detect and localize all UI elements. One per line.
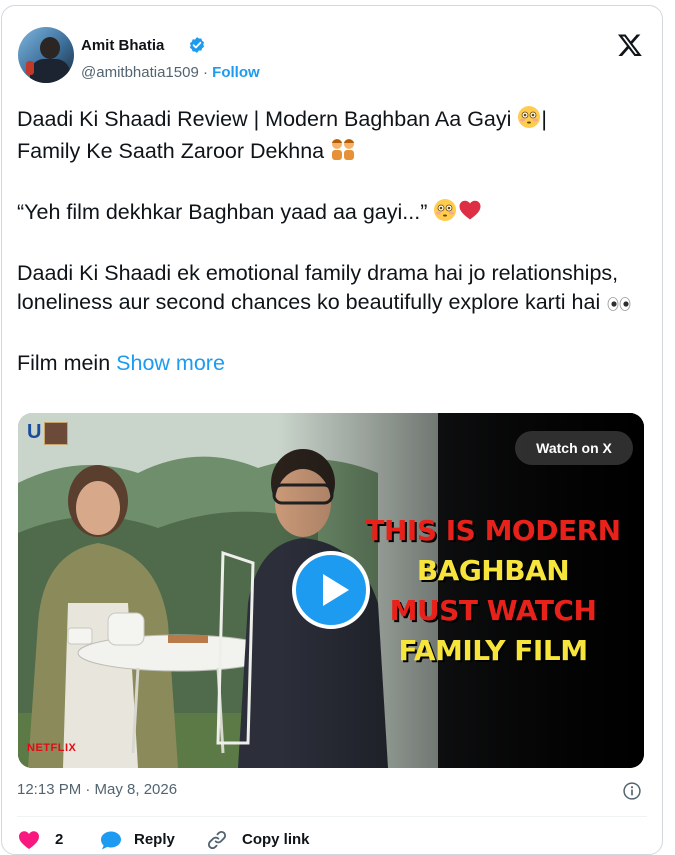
reply-label: Reply — [134, 831, 175, 848]
x-logo-icon[interactable] — [616, 32, 644, 58]
play-icon[interactable] — [292, 551, 370, 629]
flushed-face-emoji — [517, 105, 541, 137]
author-handle[interactable]: @amitbhatia1509 — [81, 64, 199, 81]
tweet-line-1: Daadi Ki Shaadi Review | Modern Baghban … — [17, 105, 647, 137]
tweet-paragraph: Daadi Ki Shaadi ek emotional family dram… — [17, 259, 647, 320]
info-icon[interactable] — [622, 781, 642, 801]
copy-link-label: Copy link — [242, 831, 310, 848]
heart-icon — [19, 831, 39, 849]
family-emoji — [330, 137, 356, 169]
overlay-line: MUST WATCH — [389, 594, 597, 627]
verified-badge-icon — [189, 37, 205, 53]
link-icon — [207, 830, 227, 850]
tweet-text: Daadi Ki Shaadi Review | Modern Baghban … — [17, 105, 647, 378]
reply-bubble-icon — [101, 831, 121, 850]
video-media[interactable]: U Watch on X THIS IS MODERN BAGHBAN MUST W… — [18, 413, 644, 768]
handle-row: @amitbhatia1509 · Follow — [81, 64, 260, 81]
netflix-badge: NETFLIX — [27, 742, 77, 754]
eyes-emoji — [606, 291, 632, 320]
poster-thumbnail — [44, 422, 68, 445]
overlay-line: BAGHBAN — [416, 554, 570, 587]
tweet-quote: “Yeh film dekhkar Baghban yaad aa gayi..… — [17, 198, 647, 230]
watch-on-x-button[interactable]: Watch on X — [515, 431, 633, 465]
tweet-card: Amit Bhatia @amitbhatia1509 · Follow Daa… — [1, 5, 663, 855]
overlay-line: THIS IS MODERN — [365, 514, 621, 547]
thumbnail-overlay-text: THIS IS MODERN BAGHBAN MUST WATCH FAMILY FI… — [348, 511, 638, 671]
separator: · — [198, 64, 213, 81]
author-name[interactable]: Amit Bhatia — [81, 37, 164, 54]
like-count: 2 — [55, 831, 64, 848]
red-heart-emoji — [457, 198, 483, 230]
timestamp[interactable]: 12:13 PM · May 8, 2026 — [17, 781, 177, 798]
show-more-link[interactable]: Show more — [116, 351, 225, 375]
follow-button[interactable]: Follow — [212, 64, 260, 81]
overlay-line: FAMILY FILM — [398, 634, 588, 667]
flushed-face-emoji — [433, 198, 457, 230]
avatar[interactable] — [18, 27, 74, 83]
tweet-line-2: Family Ke Saath Zaroor Dekhna — [17, 137, 647, 169]
channel-logo: U — [27, 421, 42, 443]
divider — [17, 816, 647, 817]
tweet-last-line: Film mein Show more — [17, 351, 225, 375]
